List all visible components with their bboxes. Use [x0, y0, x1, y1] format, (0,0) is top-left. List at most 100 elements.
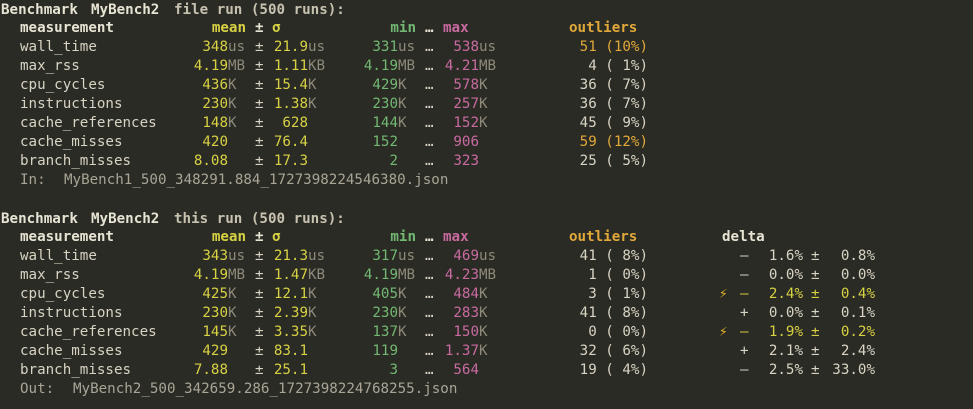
max-value: 152: [453, 115, 479, 131]
max-unit: K: [479, 286, 488, 302]
delta-value: 2.1%: [768, 343, 803, 359]
title-prefix: Benchmark: [1, 2, 78, 18]
measurement-name: branch_misses: [20, 362, 132, 378]
std-dev-value: 1.47: [273, 267, 308, 283]
measurement-name: cache_misses: [20, 343, 123, 359]
header-measurement: measurement: [20, 229, 114, 245]
max-unit: K: [479, 115, 488, 131]
delta-value: 1.6%: [768, 248, 803, 264]
delta-value: 2.5%: [768, 362, 803, 378]
min-value: 230: [372, 305, 398, 321]
measurement-name: wall_time: [20, 39, 97, 55]
std-dev-value: 628: [282, 115, 308, 131]
delta-sign: –: [740, 362, 749, 378]
table-row: max_rss 4.19 MB ±1.11 KB 4.19 MB… 4.21 MB 4 ( 1%): [0, 57, 973, 76]
ellipsis: …: [425, 58, 434, 74]
table-row: branch_misses 8.08 ±17.3 2 … 323 25 ( 5%): [0, 152, 973, 171]
min-value: 144: [372, 115, 398, 131]
header-min: min: [390, 229, 416, 245]
max-value: 323: [453, 153, 479, 169]
measurement-name: instructions: [20, 96, 123, 112]
min-unit: K: [398, 96, 407, 112]
max-unit: us: [479, 39, 497, 55]
measurement-name: cpu_cycles: [20, 77, 106, 93]
table-row: cache_misses 429 ±83.1 119 … 1.37 K 32 ( 6%) +2.…: [0, 342, 973, 361]
table-row: max_rss 4.19 MB ±1.47 KB 4.19 MB… 4.23 MB 1 ( 0%)…: [0, 266, 973, 285]
std-dev-value: 83.1: [273, 343, 308, 359]
max-value: 1.37: [444, 343, 479, 359]
mean-unit: K: [228, 286, 237, 302]
table-row: wall_time 343 us ±21.3 us 317 us… 469 us 41 ( 8%)…: [0, 247, 973, 266]
min-unit: K: [398, 77, 407, 93]
min-value: 2: [389, 153, 398, 169]
mean-unit: MB: [228, 267, 246, 283]
header-outliers: outliers: [569, 229, 638, 245]
std-dev-value: 1.38: [273, 96, 308, 112]
min-value: 152: [372, 134, 398, 150]
max-value: 4.21: [444, 58, 479, 74]
header-ellipsis: …: [425, 229, 434, 245]
column-header-row: measurement mean ± σ min … max outliers delta: [0, 228, 973, 247]
ellipsis: …: [425, 267, 434, 283]
header-sigma: σ: [272, 229, 281, 245]
min-value: 119: [372, 343, 398, 359]
max-value: 564: [453, 362, 479, 378]
mean-value: 230: [202, 96, 228, 112]
delta-std-dev: 0.4%: [840, 286, 875, 302]
delta-std-dev: 2.4%: [840, 343, 875, 359]
lightning-icon: ⚡: [719, 324, 728, 340]
delta-pm: ±: [811, 286, 820, 302]
table-row: cache_references 145 K ±3.35 K 137 K… 150 K 0 ( 0…: [0, 323, 973, 342]
delta-std-dev: 0.2%: [840, 324, 875, 340]
outliers: 36 ( 7%): [579, 96, 648, 112]
std-dev-value: 25.1: [273, 362, 308, 378]
delta-sign: –: [740, 248, 749, 264]
mean-unit: K: [228, 324, 237, 340]
ellipsis: …: [425, 324, 434, 340]
header-min: min: [390, 20, 416, 36]
header-max: max: [443, 229, 469, 245]
plus-minus: ±: [255, 115, 264, 131]
title-prefix: Benchmark: [1, 211, 78, 227]
plus-minus: ±: [255, 77, 264, 93]
delta-std-dev: 0.8%: [840, 248, 875, 264]
max-value: 257: [453, 96, 479, 112]
mean-value: 420: [202, 134, 228, 150]
ellipsis: …: [425, 39, 434, 55]
delta-pm: ±: [811, 324, 820, 340]
min-unit: MB: [398, 58, 416, 74]
delta-std-dev: 0.0%: [840, 267, 875, 283]
max-unit: K: [479, 343, 488, 359]
min-unit: K: [398, 115, 407, 131]
max-unit: K: [479, 77, 488, 93]
header-sigma: σ: [272, 20, 281, 36]
delta-pm: ±: [811, 248, 820, 264]
std-dev-value: 12.1: [273, 286, 308, 302]
min-value: 429: [372, 77, 398, 93]
min-unit: K: [398, 305, 407, 321]
ellipsis: …: [425, 115, 434, 131]
min-value: 230: [372, 96, 398, 112]
outliers: 32 ( 6%): [579, 343, 648, 359]
title-suffix: this run (500 runs):: [174, 211, 345, 227]
outliers: 36 ( 7%): [579, 77, 648, 93]
std-dev-value: 15.4: [273, 77, 308, 93]
max-value: 283: [453, 305, 479, 321]
min-value: 331: [372, 39, 398, 55]
header-pm: ±: [255, 229, 264, 245]
file-path-line: Out: MyBench2_500_342659.286_172739822476…: [0, 380, 973, 399]
measurement-name: instructions: [20, 305, 123, 321]
outliers: 0 ( 0%): [588, 324, 648, 340]
path-label: In:: [20, 172, 46, 188]
measurement-name: cache_misses: [20, 134, 123, 150]
mean-value: 7.88: [193, 362, 228, 378]
plus-minus: ±: [255, 286, 264, 302]
ellipsis: …: [425, 153, 434, 169]
min-value: 317: [372, 248, 398, 264]
max-value: 538: [453, 39, 479, 55]
ellipsis: …: [425, 134, 434, 150]
outliers: 41 ( 8%): [579, 305, 648, 321]
std-dev-value: 1.11: [273, 58, 308, 74]
delta-pm: ±: [811, 305, 820, 321]
max-unit: MB: [479, 267, 497, 283]
